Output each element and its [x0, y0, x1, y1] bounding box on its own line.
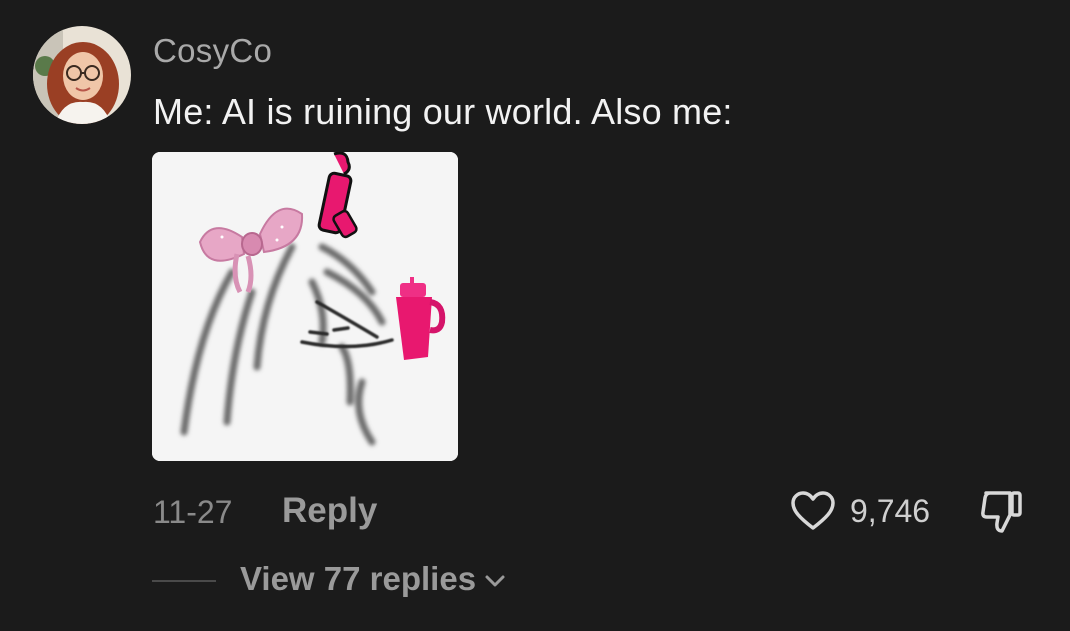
meme-drawing: [152, 152, 458, 461]
like-button[interactable]: 9,746: [790, 488, 930, 534]
view-replies-button[interactable]: View 77 replies: [240, 560, 506, 598]
comment-page: CosyCo Me: AI is ruining our world. Also…: [0, 0, 1070, 631]
comment-timestamp: 11-27: [153, 494, 233, 530]
heart-outline-icon: [791, 491, 835, 530]
comment-username[interactable]: CosyCo: [153, 32, 272, 70]
comment-attached-image[interactable]: [152, 152, 458, 461]
like-count: 9,746: [850, 492, 931, 529]
replies-divider: [152, 580, 216, 582]
dislike-button[interactable]: [978, 489, 1026, 535]
avatar-image: [33, 26, 131, 124]
chevron-down-icon: [485, 575, 505, 587]
avatar[interactable]: [33, 26, 131, 124]
reply-button[interactable]: Reply: [282, 491, 377, 531]
comment-text: Me: AI is ruining our world. Also me:: [153, 91, 733, 132]
view-replies-label: View 77 replies: [240, 560, 477, 597]
thumbs-down-outline-icon: [981, 491, 1022, 533]
